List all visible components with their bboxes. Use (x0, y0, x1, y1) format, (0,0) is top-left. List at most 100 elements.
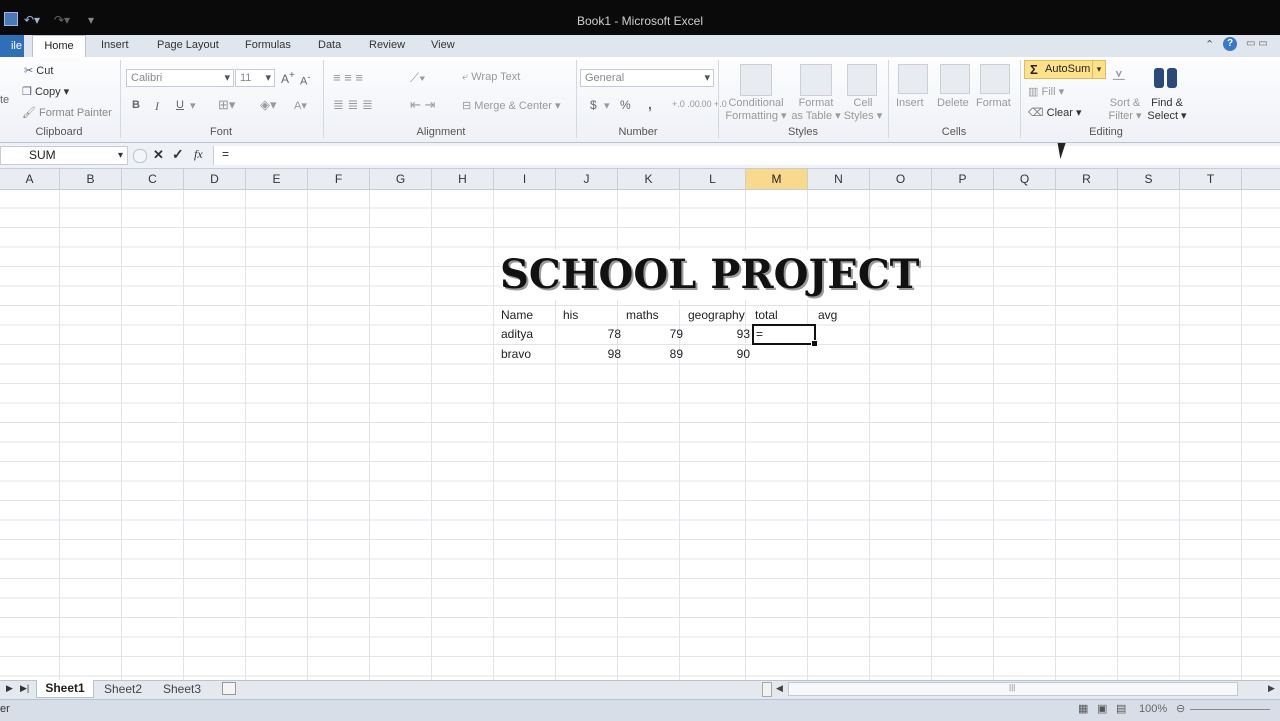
font-size-select[interactable]: 11 ▾ (235, 69, 275, 87)
chevron-down-icon[interactable]: ▾ (190, 99, 196, 112)
delete-cells-icon[interactable] (940, 64, 970, 94)
column-header-e[interactable]: E (246, 169, 308, 189)
sort-filter-button[interactable]: Sort & Filter ▾ (1106, 97, 1144, 123)
chevron-down-icon[interactable]: ▾ (604, 99, 610, 112)
indent-icon[interactable]: ⇤ ⇥ (410, 97, 435, 113)
insert-cells-icon[interactable] (898, 64, 928, 94)
format-painter-button[interactable]: 🖌 Format Painter (22, 106, 112, 119)
clear-button[interactable]: ⌫ Clear ▾ (1028, 106, 1082, 119)
horizontal-scrollbar-thumb[interactable]: ||| (788, 682, 1238, 696)
tab-split-handle[interactable] (762, 682, 772, 697)
tab-insert[interactable]: Insert (101, 39, 129, 51)
tab-page-layout[interactable]: Page Layout (157, 39, 219, 51)
shrink-font-button[interactable]: A- (300, 72, 310, 88)
sheet-tab-2[interactable]: Sheet2 (104, 682, 142, 696)
font-name-select[interactable]: Calibri ▾ (126, 69, 234, 87)
column-header-o[interactable]: O (870, 169, 932, 189)
insert-function-button[interactable]: fx (194, 147, 203, 162)
find-select-button[interactable]: Find & Select ▾ (1146, 97, 1188, 123)
column-header-l[interactable]: L (680, 169, 746, 189)
normal-view-icon[interactable]: ▦ (1078, 702, 1088, 715)
cell-his[interactable]: 78 (562, 327, 621, 341)
sheet-tab-3[interactable]: Sheet3 (163, 682, 201, 696)
format-as-table-icon[interactable] (800, 64, 832, 96)
column-header-j[interactable]: J (556, 169, 618, 189)
delete-cells-button[interactable]: Delete (937, 97, 969, 109)
cancel-entry-button[interactable]: ✕ (153, 147, 164, 163)
header-geography[interactable]: geography (688, 308, 745, 322)
column-header-b[interactable]: B (60, 169, 122, 189)
cell-maths[interactable]: 89 (624, 347, 683, 361)
wordart-title[interactable]: SCHOOL PROJECT (500, 250, 919, 300)
column-header-h[interactable]: H (432, 169, 494, 189)
cell-name[interactable]: aditya (501, 327, 533, 341)
cell-styles-icon[interactable] (847, 64, 877, 96)
grow-font-button[interactable]: A+ (281, 70, 295, 86)
window-controls-icon[interactable]: ▭ ▭ (1246, 38, 1268, 49)
column-header-r[interactable]: R (1056, 169, 1118, 189)
cut-button[interactable]: ✂ Cut (24, 64, 53, 77)
sort-filter-icon[interactable]: ⩡ (1112, 63, 1126, 91)
cell-name[interactable]: bravo (501, 347, 531, 361)
minimize-ribbon-icon[interactable]: ⌃ (1205, 38, 1214, 51)
merge-center-button[interactable]: ⊟ Merge & Center ▾ (462, 99, 561, 112)
name-box[interactable]: SUM ▾ (0, 146, 128, 165)
fill-color-icon[interactable]: ◈▾ (260, 97, 277, 113)
borders-icon[interactable]: ⊞▾ (218, 97, 235, 113)
scroll-left-icon[interactable]: ◀ (776, 683, 783, 694)
page-break-view-icon[interactable]: ▤ (1116, 702, 1126, 715)
zoom-out-icon[interactable]: ⊖ (1176, 702, 1185, 715)
binoculars-icon[interactable] (1152, 64, 1180, 90)
bold-button[interactable]: B (132, 99, 140, 111)
header-avg[interactable]: avg (818, 308, 837, 322)
column-header-m[interactable]: M (746, 169, 808, 189)
sheet-tab-1[interactable]: Sheet1 (36, 680, 94, 698)
format-cells-button[interactable]: Format (976, 97, 1011, 109)
help-icon[interactable]: ? (1223, 37, 1237, 51)
currency-button[interactable]: $ (590, 98, 597, 112)
prev-sheet-icon[interactable]: ▶ (6, 683, 13, 694)
header-maths[interactable]: maths (626, 308, 659, 322)
cell-maths[interactable]: 79 (624, 327, 683, 341)
align-left-icon[interactable]: ≣ ≣ ≣ (333, 97, 373, 113)
column-header-q[interactable]: Q (994, 169, 1056, 189)
autosum-button[interactable]: Σ AutoSum ▾ (1024, 60, 1106, 79)
header-name[interactable]: Name (501, 308, 533, 322)
zoom-level[interactable]: 100% (1139, 703, 1167, 715)
cell-geography[interactable]: 93 (686, 327, 750, 341)
insert-cells-button[interactable]: Insert (896, 97, 924, 109)
column-header-a[interactable]: A (0, 169, 60, 189)
tab-file[interactable]: ile (0, 35, 24, 57)
paste-button[interactable]: te (0, 94, 9, 106)
column-header-g[interactable]: G (370, 169, 432, 189)
column-header-i[interactable]: I (494, 169, 556, 189)
tab-review[interactable]: Review (369, 39, 405, 51)
fill-handle[interactable] (811, 340, 818, 347)
comma-button[interactable]: , (648, 96, 652, 112)
tab-home[interactable]: Home (32, 35, 86, 58)
format-as-table-button[interactable]: Format as Table ▾ (790, 97, 842, 123)
number-format-select[interactable]: General ▾ (580, 69, 714, 87)
italic-button[interactable]: I (155, 99, 159, 114)
underline-button[interactable]: U (176, 99, 184, 111)
page-layout-view-icon[interactable]: ▣ (1097, 702, 1107, 715)
format-cells-icon[interactable] (980, 64, 1010, 94)
column-header-t[interactable]: T (1180, 169, 1242, 189)
cell-styles-button[interactable]: Cell Styles ▾ (842, 97, 884, 123)
insert-sheet-icon[interactable] (222, 682, 236, 695)
last-sheet-icon[interactable]: ▶| (20, 683, 29, 694)
tab-formulas[interactable]: Formulas (245, 39, 291, 51)
column-header-k[interactable]: K (618, 169, 680, 189)
tab-view[interactable]: View (431, 39, 455, 51)
column-header-d[interactable]: D (184, 169, 246, 189)
column-header-c[interactable]: C (122, 169, 184, 189)
header-total[interactable]: total (755, 308, 778, 322)
percent-button[interactable]: % (620, 98, 631, 112)
decrease-decimal-button[interactable]: .00 +.0 (699, 99, 727, 109)
column-header-p[interactable]: P (932, 169, 994, 189)
conditional-formatting-button[interactable]: Conditional Formatting ▾ (725, 97, 787, 123)
font-color-icon[interactable]: A▾ (294, 99, 307, 112)
column-header-s[interactable]: S (1118, 169, 1180, 189)
scroll-right-icon[interactable]: ▶ (1268, 683, 1275, 694)
increase-decimal-button[interactable]: +.0 .00 (672, 99, 700, 109)
